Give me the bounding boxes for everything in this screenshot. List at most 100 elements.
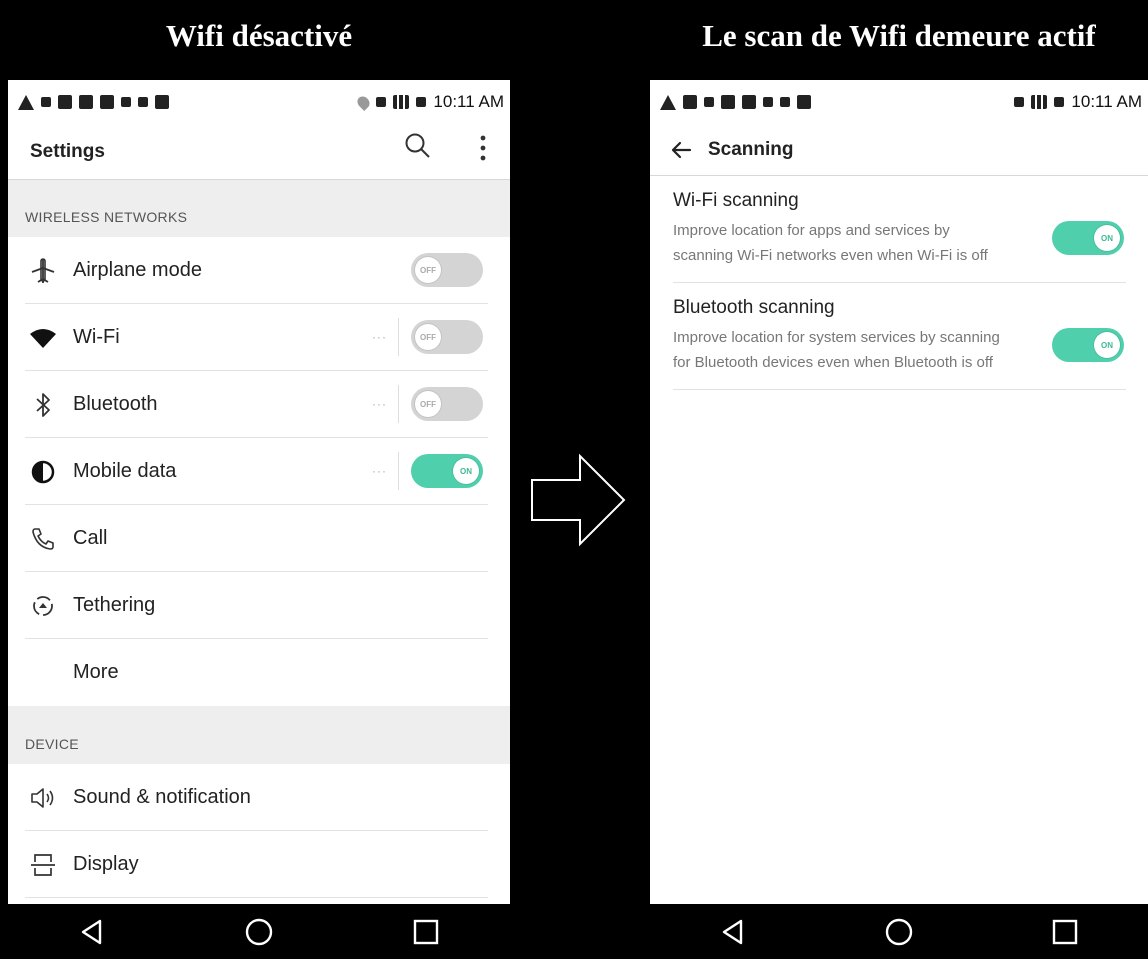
scanning-screen: 10:11 AM Scanning Wi-Fi scanning Improve… (650, 80, 1148, 959)
key-icon (138, 97, 148, 107)
display-icon (25, 847, 61, 883)
dots-icon (121, 97, 131, 107)
settings-item-call[interactable]: Call (8, 505, 510, 572)
wifi-scanning-title: Wi-Fi scanning (673, 190, 799, 211)
bluetooth-icon (25, 387, 61, 423)
bluetooth-scanning-toggle[interactable]: ON (1052, 328, 1124, 362)
sound-icon (25, 780, 61, 816)
battery-icon (416, 97, 427, 107)
voicemail-icon (100, 95, 114, 109)
separator (398, 452, 399, 490)
more-options-icon[interactable]: ··· (372, 397, 387, 411)
bluetooth-scanning-item[interactable]: Bluetooth scanning Improve location for … (673, 283, 1126, 390)
section-header-label: DEVICE (25, 736, 79, 752)
settings-item-label: Sound & notification (73, 786, 251, 808)
toggle-knob: ON (453, 458, 479, 484)
recents-nav-icon[interactable] (1043, 910, 1087, 954)
section-header-label: WIRELESS NETWORKS (25, 209, 188, 225)
settings-item-label: Display (73, 853, 139, 875)
left-caption: Wifi désactivé (165, 18, 353, 53)
app-bar: Scanning (650, 124, 1148, 176)
call-icon (25, 521, 61, 557)
mobile-data-icon (25, 454, 61, 490)
wifi-scanning-toggle[interactable]: ON (1052, 221, 1124, 255)
vibrate-icon (376, 97, 387, 107)
more-options-icon[interactable]: ··· (372, 464, 387, 478)
status-bar: 10:11 AM (8, 80, 510, 124)
settings-screen: 10:11 AM Settings WIRELESS NETWORKS Airp… (8, 80, 510, 959)
divider (25, 897, 488, 898)
system-icons: 10:11 AM (1014, 92, 1142, 112)
notification-icons (660, 94, 811, 110)
location-app-icon (797, 95, 811, 109)
location-icon (355, 93, 373, 111)
bluetooth-toggle[interactable]: OFF (411, 387, 483, 421)
settings-item-label: Tethering (73, 594, 156, 616)
message-icon (721, 95, 735, 109)
mobile-data-toggle[interactable]: ON (411, 454, 483, 488)
sync-icon (704, 97, 714, 107)
settings-item-label: More (73, 661, 119, 683)
search-icon[interactable] (404, 132, 432, 165)
vibrate-icon (1014, 97, 1025, 107)
image-icon (58, 95, 72, 109)
settings-item-label: Airplane mode (73, 259, 202, 281)
warning-icon (18, 94, 34, 110)
warning-icon (660, 94, 676, 110)
page-title: Scanning (708, 138, 794, 160)
toggle-knob: OFF (415, 257, 441, 283)
wifi-icon (25, 320, 61, 356)
settings-item-mobile-data[interactable]: Mobile data ··· ON (8, 438, 510, 505)
key-icon (780, 97, 790, 107)
wifi-scanning-summary: Improve location for apps and services b… (673, 222, 988, 264)
bluetooth-scanning-summary: Improve location for system services by … (673, 329, 1000, 371)
home-nav-icon[interactable] (237, 910, 281, 954)
voicemail-icon (742, 95, 756, 109)
settings-item-label: Call (73, 527, 108, 549)
settings-item-wifi[interactable]: Wi-Fi ··· OFF (8, 304, 510, 371)
wifi-toggle[interactable]: OFF (411, 320, 483, 354)
toggle-knob: OFF (415, 391, 441, 417)
settings-item-more[interactable]: More (8, 639, 510, 706)
transition-arrow-icon (528, 450, 628, 555)
app-bar: Settings (8, 124, 510, 180)
signal-icon (1031, 95, 1048, 109)
settings-item-sound[interactable]: Sound & notification (8, 764, 510, 831)
section-header-device: DEVICE (8, 706, 510, 764)
settings-item-airplane-mode[interactable]: Airplane mode OFF (8, 237, 510, 304)
overflow-menu-icon[interactable] (478, 134, 488, 167)
airplane-icon (25, 253, 61, 289)
separator (398, 318, 399, 356)
right-caption: Le scan de Wifi demeure actif (702, 18, 1096, 53)
notification-icons (18, 94, 169, 110)
settings-item-display[interactable]: Display (8, 831, 510, 898)
navigation-bar (650, 904, 1148, 959)
back-nav-icon[interactable] (711, 910, 755, 954)
system-icons: 10:11 AM (355, 92, 504, 112)
status-time: 10:11 AM (1071, 92, 1142, 111)
navigation-bar (8, 904, 510, 959)
dots-icon (763, 97, 773, 107)
sync-icon (41, 97, 51, 107)
more-options-icon[interactable]: ··· (372, 330, 387, 344)
page-title: Settings (30, 140, 105, 162)
bluetooth-scanning-title: Bluetooth scanning (673, 297, 835, 318)
message-icon (79, 95, 93, 109)
airplane-mode-toggle[interactable]: OFF (411, 253, 483, 287)
recents-nav-icon[interactable] (404, 910, 448, 954)
status-time: 10:11 AM (433, 92, 504, 111)
back-nav-icon[interactable] (70, 910, 114, 954)
settings-item-label: Mobile data (73, 460, 177, 482)
home-nav-icon[interactable] (877, 910, 921, 954)
toggle-knob: OFF (415, 324, 441, 350)
settings-item-tethering[interactable]: Tethering (8, 572, 510, 639)
back-arrow-icon[interactable] (670, 139, 692, 161)
wifi-scanning-item[interactable]: Wi-Fi scanning Improve location for apps… (673, 176, 1126, 283)
section-header-wireless: WIRELESS NETWORKS (8, 180, 510, 237)
settings-item-label: Wi-Fi (73, 326, 120, 348)
signal-icon (393, 95, 410, 109)
image-icon (683, 95, 697, 109)
toggle-knob: ON (1094, 332, 1120, 358)
settings-item-bluetooth[interactable]: Bluetooth ··· OFF (8, 371, 510, 438)
battery-icon (1054, 97, 1065, 107)
